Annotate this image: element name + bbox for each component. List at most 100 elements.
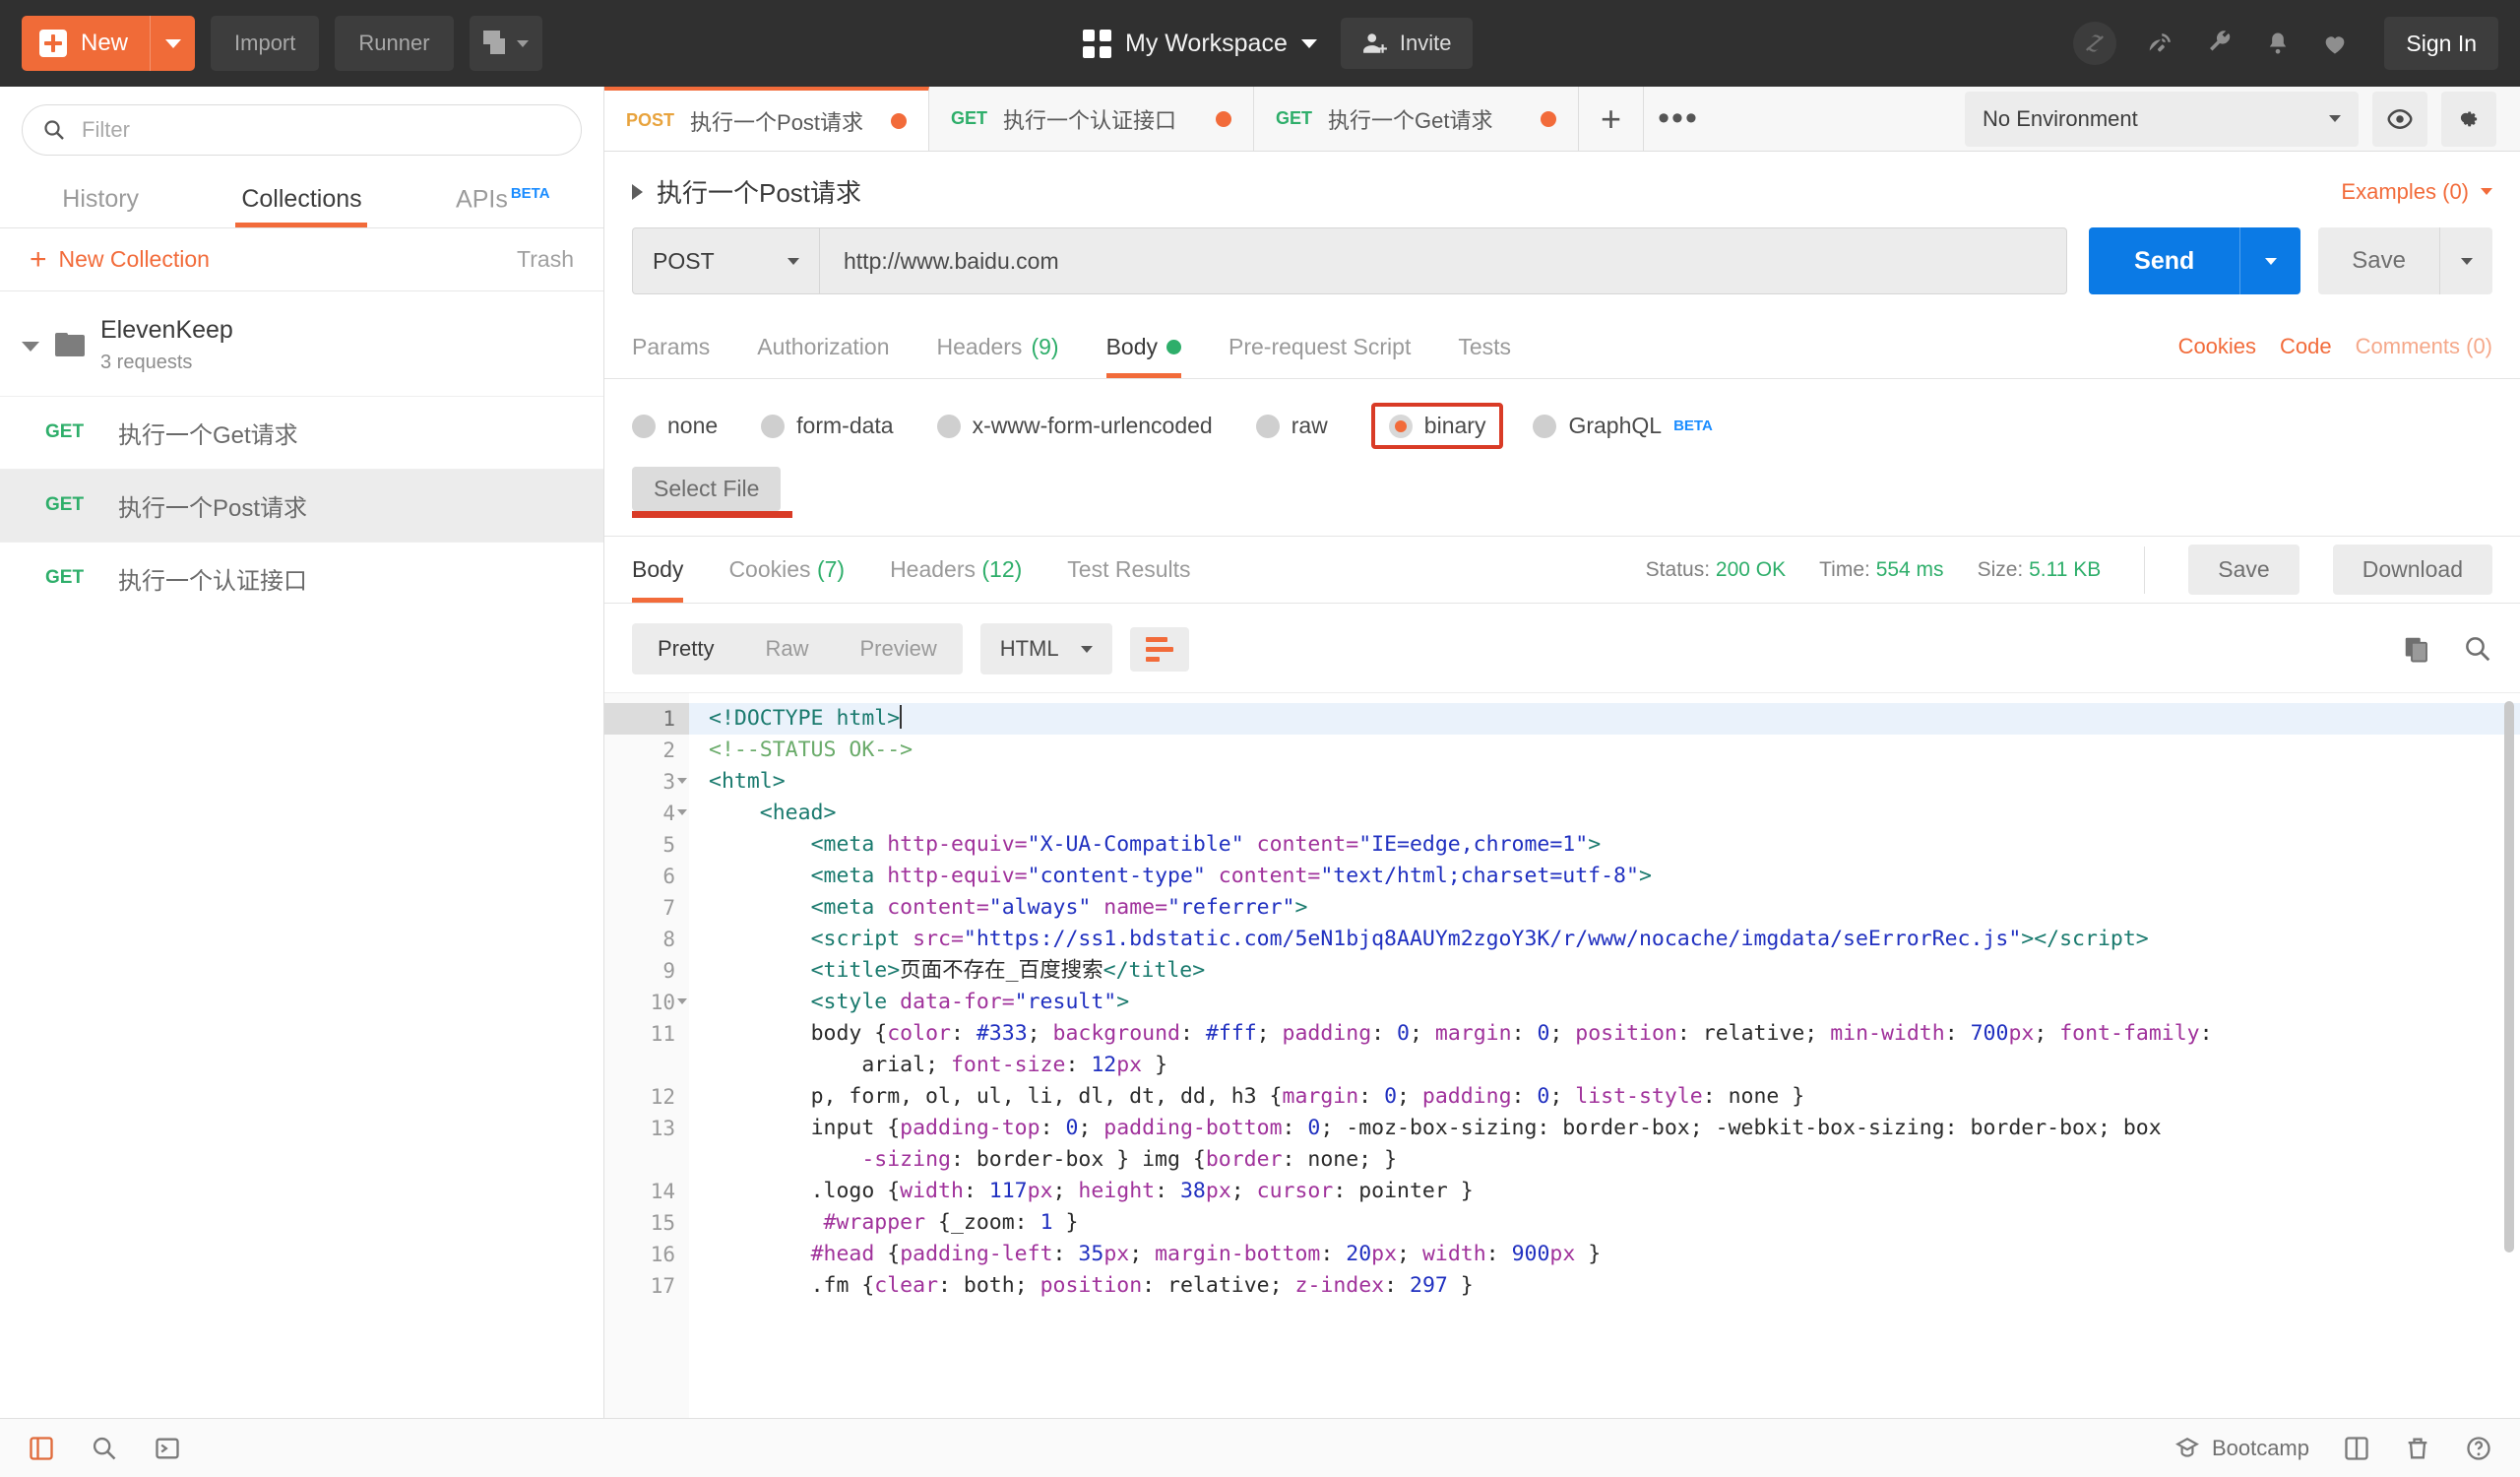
chevron-down-icon[interactable] <box>22 341 39 352</box>
send-options-button[interactable] <box>2239 227 2301 294</box>
response-download-button[interactable]: Download <box>2332 545 2492 595</box>
environment-selector[interactable]: No Environment <box>1965 91 2359 147</box>
response-tab-test-results[interactable]: Test Results <box>1067 537 1190 603</box>
bootcamp-button[interactable]: Bootcamp <box>2174 1436 2309 1461</box>
response-tab-cookies[interactable]: Cookies (7) <box>728 537 845 603</box>
sign-in-button[interactable]: Sign In <box>2384 17 2498 70</box>
word-wrap-button[interactable] <box>1129 626 1189 672</box>
tab-authorization[interactable]: Authorization <box>757 320 889 378</box>
copy-icon[interactable] <box>2402 634 2431 664</box>
search-input[interactable] <box>82 117 561 143</box>
search-icon[interactable] <box>91 1435 118 1462</box>
view-mode-raw[interactable]: Raw <box>739 623 834 674</box>
response-tab-body[interactable]: Body <box>632 537 684 603</box>
runner-button[interactable]: Runner <box>335 16 454 71</box>
tab-body[interactable]: Body <box>1105 320 1182 378</box>
tab-tests[interactable]: Tests <box>1458 320 1511 378</box>
filter-area <box>0 87 603 165</box>
settings-button[interactable] <box>2441 91 2496 147</box>
invite-button[interactable]: Invite <box>1340 18 1474 69</box>
code-link[interactable]: Code <box>2280 334 2332 359</box>
more-tabs-button[interactable]: ••• <box>1644 87 1713 151</box>
environment-quick-look-button[interactable] <box>2372 91 2427 147</box>
bell-icon[interactable] <box>2264 30 2292 57</box>
heart-icon[interactable] <box>2321 30 2349 57</box>
request-tab-get[interactable]: GET 执行一个Get请求 <box>1254 87 1579 151</box>
response-tab-headers[interactable]: Headers (12) <box>890 537 1022 603</box>
trash-icon[interactable] <box>2404 1435 2431 1462</box>
tab-pre-request-script[interactable]: Pre-request Script <box>1228 320 1411 378</box>
collections-toolbar: + New Collection Trash <box>0 228 603 292</box>
body-type-graphql[interactable]: GraphQL BETA <box>1533 413 1713 439</box>
list-item[interactable]: GET 执行一个Get请求 <box>0 395 603 469</box>
tab-params[interactable]: Params <box>632 320 710 378</box>
new-window-icon <box>482 31 511 56</box>
body-type-form-data[interactable]: form-data <box>761 413 894 439</box>
list-item[interactable]: GET 执行一个认证接口 <box>0 541 603 614</box>
new-window-button[interactable] <box>469 16 542 71</box>
save-options-button[interactable] <box>2439 227 2492 294</box>
fold-chevron-down-icon[interactable] <box>677 809 687 815</box>
examples-dropdown[interactable]: Examples (0) <box>2341 179 2492 205</box>
code-area[interactable]: <!DOCTYPE html> <!--STATUS OK--> <html> … <box>689 693 2520 1418</box>
tab-method: GET <box>951 108 988 128</box>
view-mode-pretty[interactable]: Pretty <box>632 623 739 674</box>
satellite-icon[interactable] <box>2146 29 2175 58</box>
workspace-selector[interactable]: My Workspace Invite <box>1083 0 1474 87</box>
body-type-binary[interactable]: binary <box>1370 403 1504 449</box>
wrench-icon[interactable] <box>2205 29 2235 58</box>
grid-icon <box>1083 29 1111 58</box>
request-tab-post[interactable]: POST 执行一个Post请求 <box>604 87 929 151</box>
url-input[interactable] <box>819 227 2068 294</box>
select-file-button[interactable]: Select File <box>632 467 782 511</box>
new-button[interactable]: New <box>22 16 196 71</box>
send-button[interactable]: Send <box>2089 227 2240 294</box>
format-selector[interactable]: HTML <box>979 623 1112 674</box>
collection-item-elevenkeep[interactable]: ElevenKeep 3 requests <box>0 291 603 395</box>
list-item[interactable]: GET 执行一个Post请求 <box>0 468 603 542</box>
import-button[interactable]: Import <box>211 16 320 71</box>
request-tab-auth[interactable]: GET 执行一个认证接口 <box>929 87 1254 151</box>
view-mode-preview[interactable]: Preview <box>834 623 962 674</box>
chevron-down-icon <box>1300 38 1317 48</box>
chevron-down-icon <box>2481 188 2492 195</box>
body-type-none[interactable]: none <box>632 413 718 439</box>
layout-icon[interactable] <box>2343 1435 2370 1462</box>
line-number: 11 <box>650 1022 675 1046</box>
add-tab-button[interactable]: + <box>1579 87 1644 151</box>
comments-link[interactable]: Comments (0) <box>2356 334 2492 359</box>
body-type-urlencoded[interactable]: x-www-form-urlencoded <box>936 413 1213 439</box>
sidebar-tab-apis[interactable]: APIs BETA <box>403 175 603 227</box>
tab-headers[interactable]: Headers (9) <box>937 320 1059 378</box>
sidebar-tab-collections[interactable]: Collections <box>201 175 402 227</box>
fold-chevron-down-icon[interactable] <box>677 778 687 784</box>
sidebar-toggle-icon[interactable] <box>28 1435 55 1462</box>
collection-request-count: 3 requests <box>100 351 193 373</box>
search-box[interactable] <box>22 104 582 156</box>
line-number: 12 <box>650 1085 675 1109</box>
trash-link[interactable]: Trash <box>517 246 574 273</box>
sidebar-tab-history[interactable]: History <box>0 175 201 227</box>
main-content: POST 执行一个Post请求 GET 执行一个认证接口 GET 执行一个Get… <box>604 87 2520 1418</box>
save-button[interactable]: Save <box>2318 227 2439 294</box>
new-button-main[interactable]: New <box>22 16 150 71</box>
tab-title: 执行一个认证接口 <box>1003 107 1177 133</box>
method-selector[interactable]: POST <box>632 227 819 294</box>
response-body-editor[interactable]: 1 2 3 4 5 6 7 8 9 10 11 12 13 14 15 16 17 <!DOCTYPE html… <box>604 692 2520 1418</box>
console-icon[interactable] <box>154 1435 181 1462</box>
body-type-raw[interactable]: raw <box>1255 413 1328 439</box>
body-type-form-data-label: form-data <box>796 413 894 438</box>
new-button-dropdown[interactable] <box>150 16 195 71</box>
sync-off-icon[interactable] <box>2073 22 2117 65</box>
cookies-link[interactable]: Cookies <box>2178 334 2256 359</box>
chevron-right-icon[interactable] <box>632 183 643 200</box>
radio-icon <box>761 414 786 438</box>
new-collection-button[interactable]: + New Collection <box>30 244 210 274</box>
url-bar: POST Send Save <box>604 227 2520 294</box>
fold-chevron-down-icon[interactable] <box>677 998 687 1004</box>
vertical-scrollbar[interactable] <box>2504 701 2514 1252</box>
status-bar: Bootcamp <box>0 1418 2520 1477</box>
help-icon[interactable] <box>2465 1435 2492 1462</box>
response-save-button[interactable]: Save <box>2188 545 2300 595</box>
search-icon[interactable] <box>2463 634 2492 664</box>
